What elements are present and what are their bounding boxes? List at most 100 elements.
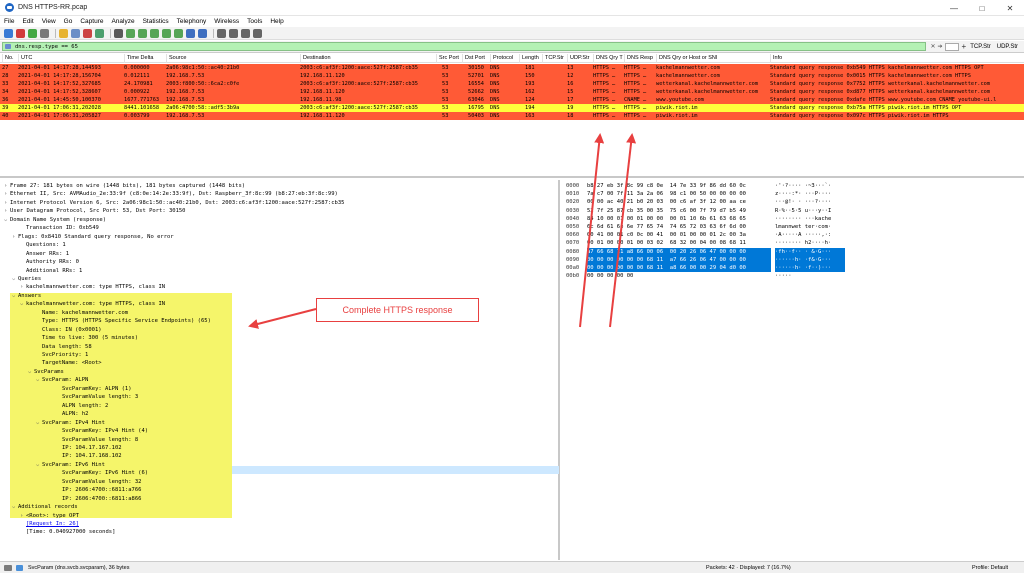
- menu-edit[interactable]: Edit: [22, 18, 33, 25]
- menu-go[interactable]: Go: [64, 18, 73, 25]
- go-to-packet-icon[interactable]: [150, 28, 159, 38]
- menu-capture[interactable]: Capture: [80, 18, 103, 25]
- clear-filter-icon[interactable]: ✕: [930, 43, 935, 50]
- column-header-dport[interactable]: Dst Port: [462, 54, 490, 63]
- ascii-bytes[interactable]: ········ ···kache: [775, 215, 845, 223]
- hex-row[interactable]: 0010 7a c7 00 7f 11 3a 2a 06 98 c1 00 50 …: [563, 190, 863, 198]
- detail-tree-item[interactable]: ⌵ SvcParam: IPv6 Hint: [0, 461, 560, 470]
- menu-wireless[interactable]: Wireless: [214, 18, 239, 25]
- column-header-info[interactable]: Info: [770, 54, 1024, 63]
- reload-icon[interactable]: [95, 28, 104, 38]
- detail-tree-item[interactable]: ⌵ Queries: [0, 275, 560, 284]
- column-header-utc[interactable]: UTC: [18, 54, 124, 63]
- hex-row[interactable]: 00b0 00 00 00 00 00 ·····: [563, 272, 863, 280]
- add-filter-button-icon[interactable]: +: [962, 42, 967, 51]
- capture-comment-icon[interactable]: [16, 565, 23, 571]
- detail-tree-item[interactable]: ⌵ SvcParam: IPv4 Hint: [0, 419, 560, 428]
- hex-bytes[interactable]: 84 10 00 01 00 01 00 00 00 01 10 6b 61 6…: [587, 215, 771, 223]
- detail-tree-item[interactable]: Transaction ID: 0xb549: [0, 224, 560, 233]
- udp-stream-button[interactable]: UDP.Str: [997, 44, 1018, 50]
- hex-bytes[interactable]: a7 66 68 11 a8 66 00 06 00 20 26 06 47 0…: [587, 247, 771, 256]
- hex-bytes[interactable]: 52 7f 25 87 cb 35 00 35 75 c6 00 7f 79 d…: [587, 207, 771, 215]
- column-header-no[interactable]: No.: [2, 54, 18, 63]
- column-header-qry[interactable]: DNS Qry T: [593, 54, 624, 63]
- packet-row[interactable]: 33 2021-04-01 14:17:52,327685 24.170981 200…: [0, 80, 1024, 88]
- hex-bytes[interactable]: 00 00 00 00 00: [587, 272, 771, 280]
- packet-row[interactable]: 34 2021-04-01 14:17:52,328607 0.000922 192.…: [0, 88, 1024, 96]
- zoom-in-icon[interactable]: [217, 28, 226, 38]
- detail-tree-item[interactable]: IP: 104.17.167.102: [0, 444, 560, 453]
- hex-bytes[interactable]: b8 27 eb 3f 8c 99 c8 0e 14 7e 33 9f 86 d…: [587, 182, 771, 190]
- detail-tree-item[interactable]: › User Datagram Protocol, Src Port: 53, D…: [0, 207, 560, 216]
- hex-row[interactable]: 0040 84 10 00 01 00 01 00 00 00 01 10 6b …: [563, 215, 863, 223]
- status-profile[interactable]: Profile: Default: [972, 565, 1008, 571]
- hex-row[interactable]: 0000 b8 27 eb 3f 8c 99 c8 0e 14 7e 33 9f …: [563, 182, 863, 190]
- filter-bookmark-icon[interactable]: [5, 44, 11, 49]
- hex-row[interactable]: 0090 00 00 00 00 00 00 68 11 a7 66 26 06 …: [563, 255, 863, 264]
- hex-bytes[interactable]: 00 41 00 01 c0 0c 00 41 00 01 00 00 01 2…: [587, 231, 771, 239]
- menu-analyze[interactable]: Analyze: [111, 18, 134, 25]
- detail-tree-item[interactable]: IP: 2606:4700::6811:a866: [0, 495, 560, 504]
- ascii-bytes[interactable]: lmannwet ter·com·: [775, 223, 845, 231]
- open-file-icon[interactable]: [59, 28, 68, 38]
- column-header-resp[interactable]: DNS Resp: [624, 54, 656, 63]
- hex-bytes[interactable]: 00 00 00 00 00 00 68 11 a7 66 26 06 47 0…: [587, 255, 771, 264]
- detail-tree-item[interactable]: [Request In: 26]: [0, 520, 560, 529]
- packet-row[interactable]: 40 2021-04-01 17:06:31,205827 0.003799 192.…: [0, 112, 1024, 120]
- filter-history-dropdown[interactable]: [944, 42, 959, 51]
- hex-row[interactable]: 0030 52 7f 25 87 cb 35 00 35 75 c6 00 7f …: [563, 207, 863, 215]
- column-header-sport[interactable]: Src Port: [436, 54, 462, 63]
- ascii-bytes[interactable]: z····:*· ···P····: [775, 190, 845, 198]
- column-header-host[interactable]: DNS Qry or Host or SNI: [656, 54, 770, 63]
- minimize-button[interactable]: —: [940, 0, 968, 16]
- first-packet-icon[interactable]: [162, 28, 171, 38]
- detail-tree-item[interactable]: SvcParamKey: IPv6 Hint (6): [0, 469, 560, 478]
- restart-capture-icon[interactable]: [28, 28, 37, 38]
- packet-row[interactable]: 28 2021-04-01 14:17:28,156704 0.012111 192.…: [0, 72, 1024, 80]
- apply-filter-icon[interactable]: ➔: [938, 43, 943, 50]
- detail-tree-item[interactable]: IP: 2606:4700::6811:a766: [0, 486, 560, 495]
- menu-telephony[interactable]: Telephony: [177, 18, 207, 25]
- find-packet-icon[interactable]: [114, 28, 123, 38]
- detail-tree-item[interactable]: Class: IN (0x0001): [0, 326, 560, 335]
- detail-tree-item[interactable]: Time to live: 300 (5 minutes): [0, 334, 560, 343]
- start-capture-icon[interactable]: [4, 28, 13, 38]
- detail-tree-item[interactable]: SvcParamValue length: 3: [0, 393, 560, 402]
- go-back-icon[interactable]: [126, 28, 135, 38]
- detail-tree-item[interactable]: › Internet Protocol Version 6, Src: 2a06:…: [0, 199, 560, 208]
- detail-tree-item[interactable]: › Frame 27: 181 bytes on wire (1448 bits)…: [0, 182, 560, 191]
- menu-statistics[interactable]: Statistics: [143, 18, 169, 25]
- detail-tree-item[interactable]: Answer RRs: 1: [0, 250, 560, 259]
- autoscroll-icon[interactable]: [186, 28, 195, 38]
- packet-row[interactable]: 36 2021-04-01 14:45:50,100370 1677.771763 1…: [0, 96, 1024, 104]
- column-header-delta[interactable]: Time Delta: [124, 54, 166, 63]
- hex-bytes[interactable]: 00 00 ac 40 21 b0 20 03 00 c6 af 3f 12 0…: [587, 198, 771, 206]
- zoom-out-icon[interactable]: [229, 28, 238, 38]
- zoom-normal-icon[interactable]: [241, 28, 250, 38]
- close-file-icon[interactable]: [83, 28, 92, 38]
- ascii-bytes[interactable]: ······h· ·f&·G···: [775, 255, 845, 264]
- detail-tree-item[interactable]: TargetName: <Root>: [0, 359, 560, 368]
- detail-tree-item[interactable]: ALPN: h2: [0, 410, 560, 419]
- last-packet-icon[interactable]: [174, 28, 183, 38]
- detail-tree-item[interactable]: Additional RRs: 1: [0, 267, 560, 276]
- detail-tree-item[interactable]: [Time: 0.040927000 seconds]: [0, 528, 560, 537]
- hex-row[interactable]: 0050 6c 6d 61 6e 6e 77 65 74 74 65 72 03 …: [563, 223, 863, 231]
- expert-info-icon[interactable]: [4, 565, 12, 571]
- detail-tree-item[interactable]: › kachelmannwetter.com: type HTTPS, class…: [0, 283, 560, 292]
- detail-tree-item[interactable]: ALPN length: 2: [0, 402, 560, 411]
- ascii-bytes[interactable]: ········ h2····h·: [775, 239, 845, 247]
- column-header-src[interactable]: Source: [166, 54, 300, 63]
- hex-bytes[interactable]: 00 01 00 00 01 00 03 02 68 32 00 04 00 0…: [587, 239, 771, 247]
- detail-tree-item[interactable]: SvcParamKey: IPv4 Hint (4): [0, 427, 560, 436]
- detail-tree-item[interactable]: ⌵ SvcParams: [0, 368, 560, 377]
- hex-row[interactable]: 0060 00 41 00 01 c0 0c 00 41 00 01 00 00 …: [563, 231, 863, 239]
- hex-row[interactable]: 0070 00 01 00 00 01 00 03 02 68 32 00 04 …: [563, 239, 863, 247]
- menu-file[interactable]: File: [4, 18, 14, 25]
- detail-tree-item[interactable]: ⌵ Domain Name System (response): [0, 216, 560, 225]
- hex-bytes[interactable]: 7a c7 00 7f 11 3a 2a 06 98 c1 00 50 00 0…: [587, 190, 771, 198]
- hex-row[interactable]: 0080 a7 66 68 11 a8 66 00 06 00 20 26 06 …: [563, 247, 863, 256]
- detail-tree-item[interactable]: ⌵ SvcParam: ALPN: [0, 376, 560, 385]
- column-header-len[interactable]: Length: [519, 54, 542, 63]
- column-header-tcp[interactable]: TCP.Str: [542, 54, 567, 63]
